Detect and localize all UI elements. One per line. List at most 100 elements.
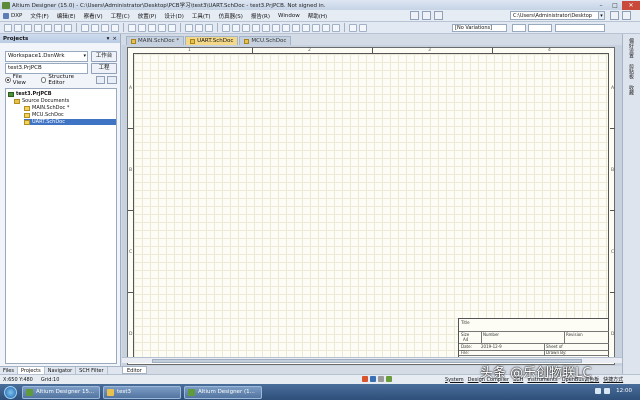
- menu-view[interactable]: 察看(V): [80, 12, 107, 20]
- path-dropdown-icon[interactable]: ▾: [598, 11, 605, 20]
- undo-icon[interactable]: [185, 23, 193, 32]
- tab-main-schdoc[interactable]: MAIN.SchDoc *: [126, 36, 185, 45]
- bus-icon[interactable]: [232, 23, 240, 32]
- tree-doc-main[interactable]: MAIN.SchDoc *: [24, 105, 69, 111]
- minimize-button[interactable]: –: [594, 1, 608, 10]
- menu-help[interactable]: 帮助(H): [304, 12, 331, 20]
- port-icon[interactable]: [322, 23, 330, 32]
- volume-icon[interactable]: [604, 388, 610, 394]
- start-button[interactable]: [4, 385, 17, 399]
- variant-icon[interactable]: [359, 23, 367, 32]
- file-view-radio[interactable]: [5, 77, 11, 83]
- search-box[interactable]: [555, 24, 605, 32]
- ime-icon[interactable]: [362, 376, 368, 382]
- open-project-icon[interactable]: [14, 23, 22, 32]
- tab-sch-filter[interactable]: SCH Filter: [76, 367, 108, 374]
- zoom-icon[interactable]: [44, 23, 52, 32]
- wire-icon[interactable]: [222, 23, 230, 32]
- preferences-tab[interactable]: 偏好设置: [628, 38, 635, 58]
- close-button[interactable]: ✕: [622, 0, 640, 10]
- project-field[interactable]: test3.PrjPCB: [5, 63, 88, 74]
- taskbar-altium-1[interactable]: Altium Designer 15...: [22, 385, 100, 399]
- sheet-entry-icon[interactable]: [302, 23, 310, 32]
- workspace-select[interactable]: Workspace1.DsnWrk ▾: [5, 51, 88, 62]
- keyboard-icon[interactable]: [386, 376, 392, 382]
- clipboard-tab[interactable]: 剪贴板: [628, 64, 635, 79]
- language-icon[interactable]: [370, 376, 376, 382]
- path-input[interactable]: C:\Users\Administrator\Desktop: [510, 11, 600, 20]
- taskbar-test3-folder[interactable]: test3: [103, 385, 181, 399]
- menu-project[interactable]: 工程(C): [107, 12, 134, 20]
- print-icon[interactable]: [34, 23, 42, 32]
- punctuation-icon[interactable]: [378, 376, 384, 382]
- shortcuts-button[interactable]: 快捷方式: [603, 375, 623, 385]
- menu-tools[interactable]: 工具(T): [188, 12, 215, 20]
- project-button[interactable]: 工程: [91, 63, 117, 74]
- variations-dropdown[interactable]: [No Variations]: [452, 24, 507, 32]
- sheet-symbol-icon[interactable]: [292, 23, 300, 32]
- copy-icon[interactable]: [91, 23, 99, 32]
- schematic-sheet[interactable]: 1 2 3 4 A B C D A B C D Title Size A4 Nu…: [127, 47, 615, 365]
- favorites-tab[interactable]: 收藏: [628, 85, 635, 95]
- workspace-button[interactable]: 工作台: [91, 51, 117, 62]
- folder-menu-icon[interactable]: [107, 76, 117, 84]
- tab-navigator[interactable]: Navigator: [45, 367, 77, 374]
- schematic-workspace[interactable]: 1 2 3 4 A B C D A B C D Title Size A4 Nu…: [122, 45, 622, 366]
- cut-icon[interactable]: [81, 23, 89, 32]
- tab-files[interactable]: Files: [0, 367, 18, 374]
- tab-mcu-schdoc[interactable]: MCU.SchDoc: [239, 36, 292, 45]
- menu-dxp[interactable]: DXP: [0, 12, 26, 19]
- menu-simulator[interactable]: 仿真器(S): [215, 12, 247, 20]
- no-erc-icon[interactable]: [332, 23, 340, 32]
- go-icon[interactable]: [610, 11, 619, 20]
- menu-file[interactable]: 文件(F): [26, 12, 52, 20]
- signal-harness-icon[interactable]: [242, 23, 250, 32]
- network-icon[interactable]: [595, 388, 601, 394]
- menu-place[interactable]: 放置(P): [134, 12, 161, 20]
- tab-editor[interactable]: Editor: [122, 366, 147, 374]
- select-icon[interactable]: [148, 23, 156, 32]
- net-label-icon[interactable]: [252, 23, 260, 32]
- select-area-icon[interactable]: [128, 23, 136, 32]
- menu-window[interactable]: Window: [274, 13, 304, 19]
- tab-uart-schdoc[interactable]: UART.SchDoc: [185, 36, 239, 45]
- paste-icon[interactable]: [101, 23, 109, 32]
- menu-design[interactable]: 设计(D): [160, 12, 188, 20]
- maximize-button[interactable]: □: [608, 1, 622, 10]
- redo-icon[interactable]: [195, 23, 203, 32]
- deselect-icon[interactable]: [158, 23, 166, 32]
- zoom-selected-icon[interactable]: [64, 23, 72, 32]
- rubber-stamp-icon[interactable]: [111, 23, 119, 32]
- open-icon[interactable]: [4, 23, 12, 32]
- tree-project[interactable]: test3.PrjPCB: [8, 91, 52, 97]
- gnd-icon[interactable]: [262, 23, 270, 32]
- panel-menu-icon[interactable]: ▾: [107, 36, 110, 42]
- sheet-grid[interactable]: [134, 54, 608, 360]
- hierarchy-icon[interactable]: [205, 23, 213, 32]
- tab-projects[interactable]: Projects: [17, 367, 45, 374]
- structure-editor-radio[interactable]: [40, 77, 47, 83]
- tree-doc-uart[interactable]: UART.SchDoc: [24, 119, 116, 125]
- nav-back-icon[interactable]: [410, 11, 419, 20]
- layer-box[interactable]: [512, 24, 526, 32]
- tree-folder[interactable]: Source Documents: [14, 98, 69, 104]
- filter-box[interactable]: [528, 24, 552, 32]
- zoom-area-icon[interactable]: [54, 23, 62, 32]
- settings-icon[interactable]: [95, 76, 106, 84]
- taskbar-altium-2[interactable]: Altium Designer (1...: [184, 385, 262, 399]
- clear-filter-icon[interactable]: [168, 23, 176, 32]
- favorites-icon[interactable]: [622, 11, 631, 20]
- nav-forward-icon[interactable]: [422, 11, 431, 20]
- move-icon[interactable]: [138, 23, 146, 32]
- home-icon[interactable]: [434, 11, 443, 20]
- system-button[interactable]: System: [445, 375, 464, 385]
- tree-doc-mcu[interactable]: MCU.SchDoc: [24, 112, 64, 118]
- menu-reports[interactable]: 报告(R): [247, 12, 274, 20]
- snippet-icon[interactable]: [349, 23, 357, 32]
- save-icon[interactable]: [24, 23, 32, 32]
- panel-close-icon[interactable]: ×: [112, 36, 117, 42]
- menu-edit[interactable]: 编辑(E): [53, 12, 80, 20]
- vcc-icon[interactable]: [272, 23, 280, 32]
- device-sheet-icon[interactable]: [312, 23, 320, 32]
- part-icon[interactable]: [282, 23, 290, 32]
